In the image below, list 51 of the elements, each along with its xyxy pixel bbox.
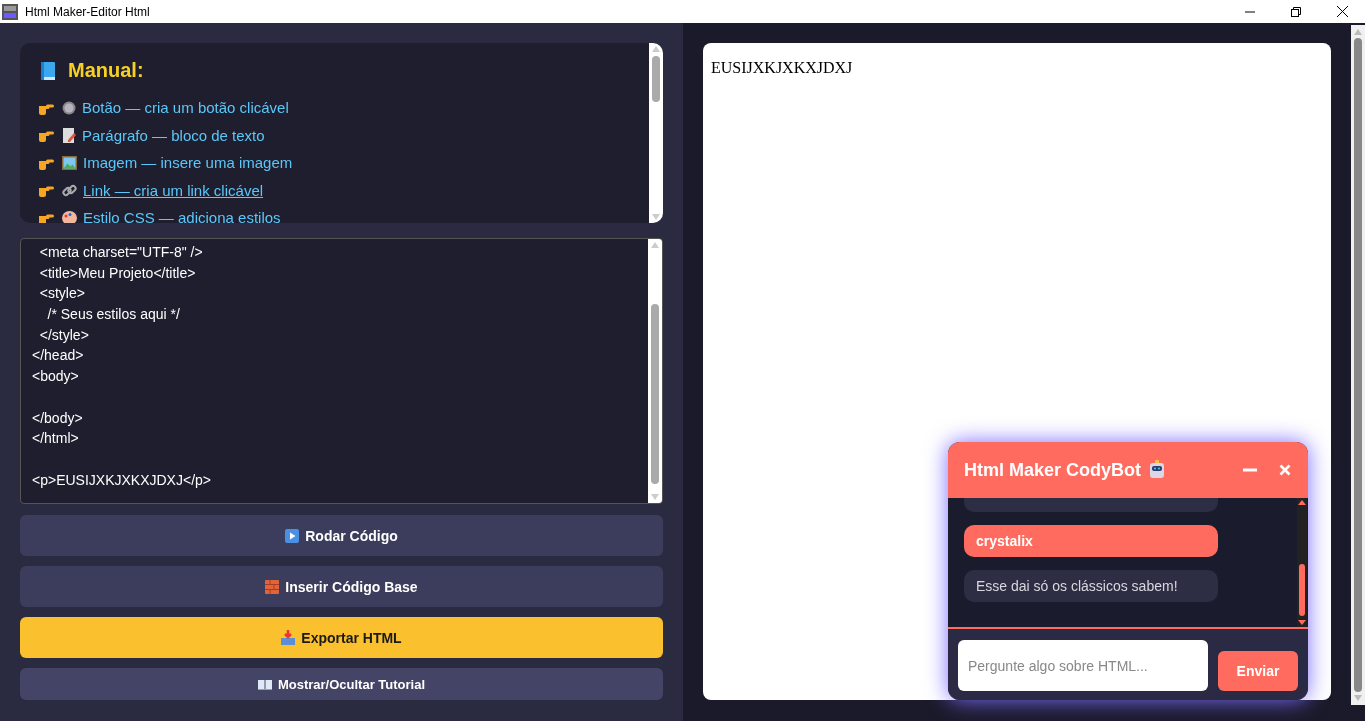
window-title: Html Maker-Editor Html [25, 4, 150, 19]
minimize-icon[interactable] [1243, 468, 1257, 472]
scrollbar[interactable] [648, 239, 662, 503]
action-button[interactable]: Inserir Código Base [20, 566, 663, 607]
close-icon[interactable] [1337, 6, 1348, 17]
code-line: /* Seus estilos aqui */ [46, 305, 181, 325]
code-line: <body> [32, 367, 80, 387]
open-book-icon [257, 678, 272, 690]
chat-title: Html Maker CodyBot [964, 459, 1142, 481]
manual-item: Estilo CSS — adiciona estilos [83, 209, 281, 223]
app-icon [2, 3, 18, 20]
manual-item: Imagem — insere uma imagem [83, 154, 293, 172]
code-line: </head> [32, 346, 85, 366]
chat-input[interactable]: Pergunte algo sobre HTML... [958, 640, 1208, 691]
down-arrow-icon[interactable] [1298, 620, 1306, 625]
code-line: <title>Meu Projeto</title> [38, 263, 197, 283]
preview-text: EUSIJXKJXKXJDXJ [711, 59, 854, 77]
play-icon [285, 528, 300, 543]
code-line: </html> [32, 429, 80, 449]
action-button[interactable]: Mostrar/Ocultar Tutorial [20, 668, 663, 700]
code-line: <p>EUSIJXKJXKXJDXJ</p> [32, 470, 212, 490]
circle-button-icon [62, 100, 76, 115]
manual-title: Manual: [68, 59, 144, 82]
up-arrow-icon[interactable] [1298, 500, 1306, 505]
scrollbar-thumb[interactable] [1354, 38, 1362, 692]
chat-message: crystalix [964, 525, 1218, 557]
inbox-tray-icon [281, 630, 296, 645]
scrollbar[interactable] [1351, 25, 1365, 705]
code-line: <style> [38, 284, 86, 304]
code-editor[interactable]: <meta charset="UTF-8" /> <title>Meu Projeto</title> <style> /* Seus estilos aqui */ </style> </head> <body> </body> </html> <p>EUSIJXKJXKXJDXJ</p> [20, 238, 663, 504]
action-button[interactable]: Exportar HTML [20, 617, 663, 658]
scrollbar-thumb[interactable] [1299, 564, 1305, 616]
manual-link[interactable]: Link — cria um link clicável [83, 181, 264, 199]
chain-link-icon [62, 182, 77, 198]
code-line: </style> [38, 325, 90, 345]
document-pencil-icon [62, 127, 76, 143]
action-button[interactable]: Rodar Código [20, 515, 663, 556]
scrollbar-thumb[interactable] [651, 304, 659, 484]
scrollbar-thumb[interactable] [652, 56, 660, 102]
scrollbar[interactable] [649, 43, 663, 223]
maximize-icon[interactable] [1291, 6, 1301, 17]
code-line: <meta charset="UTF-8" /> [38, 243, 204, 262]
framed-picture-icon [62, 155, 77, 170]
manual-item: Botão — cria um botão clicável [82, 99, 289, 117]
chat-message: Esse dai só os clássicos sabem! [964, 570, 1218, 602]
book-icon [38, 60, 58, 81]
palette-icon [62, 210, 77, 223]
bricks-icon [265, 579, 280, 594]
scrollbar[interactable] [1297, 498, 1307, 627]
manual-item: Parágrafo — bloco de texto [82, 126, 265, 144]
code-line: </body> [32, 408, 84, 428]
